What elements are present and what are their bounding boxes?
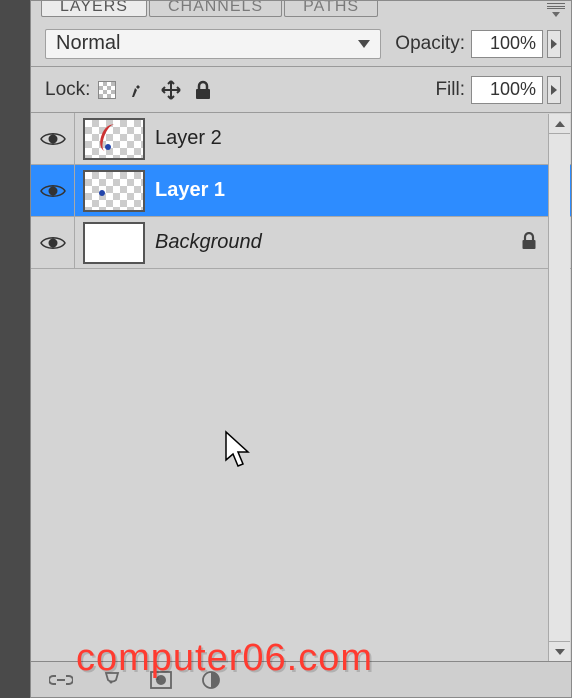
panel-bottom-bar (31, 661, 571, 697)
lock-icons-group (96, 79, 435, 101)
visibility-toggle[interactable] (31, 113, 75, 164)
eye-icon (40, 234, 66, 252)
layer-row[interactable]: Background (31, 217, 571, 269)
layer-thumbnail[interactable] (83, 118, 145, 160)
layer-name-label: Layer 2 (155, 127, 571, 150)
fill-flyout-icon[interactable] (547, 76, 561, 104)
tab-layers[interactable]: LAYERS (41, 1, 147, 17)
lock-pixels-icon[interactable] (128, 79, 150, 101)
lock-position-icon[interactable] (160, 79, 182, 101)
layer-style-icon[interactable] (99, 668, 123, 692)
layer-thumbnail[interactable] (83, 170, 145, 212)
layer-thumbnail[interactable] (83, 222, 145, 264)
layer-row[interactable]: Layer 2 (31, 113, 571, 165)
adjustment-layer-icon[interactable] (199, 668, 223, 692)
lock-fill-row: Lock: Fill: 100% (31, 67, 571, 113)
layer-row[interactable]: Layer 1 (31, 165, 571, 217)
layers-panel: LAYERS CHANNELS PATHS Normal Opacity: 10… (30, 0, 572, 698)
visibility-toggle[interactable] (31, 165, 75, 216)
eye-icon (40, 182, 66, 200)
blend-mode-value: Normal (56, 32, 120, 55)
opacity-flyout-icon[interactable] (547, 30, 561, 58)
tab-channels[interactable]: CHANNELS (149, 1, 282, 17)
lock-label: Lock: (45, 79, 90, 101)
blend-mode-select[interactable]: Normal (45, 29, 381, 59)
chevron-down-icon (358, 40, 370, 48)
fill-field[interactable]: 100% (471, 76, 543, 104)
layer-mask-icon[interactable] (149, 668, 173, 692)
opacity-label: Opacity: (395, 33, 465, 55)
panel-tabs: LAYERS CHANNELS PATHS (31, 1, 571, 21)
layers-scrollbar[interactable] (548, 114, 570, 661)
lock-all-icon[interactable] (192, 79, 214, 101)
layer-name-label: Layer 1 (155, 179, 571, 202)
lock-transparency-icon[interactable] (96, 79, 118, 101)
layers-list: Layer 2 Layer 1 Background (31, 113, 571, 269)
eye-icon (40, 130, 66, 148)
opacity-field[interactable]: 100% (471, 30, 543, 58)
scroll-up-icon[interactable] (549, 114, 570, 134)
fill-label: Fill: (435, 79, 465, 101)
scroll-down-icon[interactable] (549, 641, 570, 661)
app-left-strip (0, 0, 30, 698)
layer-name-label: Background (155, 231, 521, 254)
tab-paths[interactable]: PATHS (284, 1, 378, 17)
panel-menu-icon[interactable] (547, 3, 565, 17)
visibility-toggle[interactable] (31, 217, 75, 268)
lock-icon (521, 232, 537, 253)
blend-opacity-row: Normal Opacity: 100% (31, 21, 571, 67)
link-layers-icon[interactable] (49, 668, 73, 692)
